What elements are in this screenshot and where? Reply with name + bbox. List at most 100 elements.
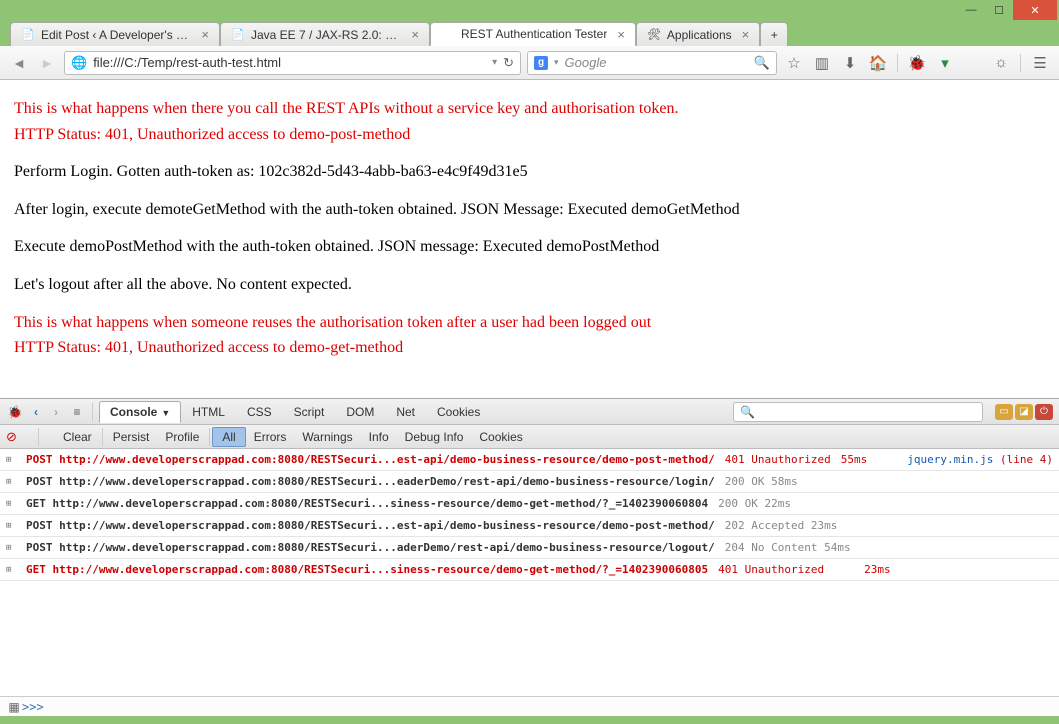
console-request-row[interactable]: ⊞GET http://www.developerscrappad.com:80… (0, 493, 1059, 515)
minimize-button[interactable]: — (957, 1, 985, 19)
page-favicon-globe-icon: 🌐 (71, 55, 87, 71)
toolbar-separator (209, 428, 210, 446)
devtools-console-filter[interactable]: Persist (105, 427, 158, 447)
devtools-search-input[interactable]: 🔍 (733, 402, 983, 422)
search-bar[interactable]: g ▾ Google 🔍 (527, 51, 777, 75)
reload-button[interactable]: ↻ (503, 55, 514, 71)
browser-navbar: ◄ ► 🌐 file:///C:/Temp/rest-auth-test.htm… (0, 46, 1059, 80)
tab-label: Applications (667, 28, 732, 42)
devtools-console-filter[interactable]: Errors (246, 427, 295, 447)
devtools-console-filter[interactable]: Debug Info (397, 427, 472, 447)
devtools-console-input-row: ▦ >>> (0, 696, 1059, 716)
request-status: 401 Unauthorized (718, 563, 824, 576)
menu-icon[interactable]: ☰ (1029, 52, 1051, 74)
browser-tabstrip: 📄 Edit Post ‹ A Developer's Scrap... × 📄 Jav… (0, 20, 1059, 46)
expand-toggle-icon[interactable]: ⊞ (6, 543, 16, 553)
downloads-icon[interactable]: ⬇ (839, 52, 861, 74)
content-line: This is what happens when there you call… (14, 98, 1045, 120)
browser-tab[interactable]: 🛠Applications× (636, 22, 760, 46)
devtools-console-filter[interactable]: Clear (55, 427, 100, 447)
console-prompt[interactable]: >>> (22, 700, 44, 714)
devtools-panel-tab[interactable]: Console▼ (99, 401, 181, 423)
devtools-panel-tab[interactable]: Cookies (426, 401, 491, 423)
expand-toggle-icon[interactable]: ⊞ (6, 565, 16, 575)
content-line: Perform Login. Gotten auth-token as: 102… (14, 161, 1045, 183)
devtools-detach-button[interactable]: ◪ (1015, 404, 1033, 420)
devtools-lines-icon[interactable]: ≡ (68, 403, 86, 421)
devtools-panel-tab[interactable]: CSS (236, 401, 283, 423)
tab-close-icon[interactable]: × (613, 27, 629, 42)
devtools-back-button[interactable]: ‹ (28, 405, 44, 419)
devtools-panel-tab[interactable]: HTML (181, 401, 236, 423)
nav-forward-button[interactable]: ► (36, 52, 58, 74)
firebug-icon[interactable]: 🐞 (906, 52, 928, 74)
devtools-minimize-button[interactable]: ▭ (995, 404, 1013, 420)
browser-tab[interactable]: 📄 Java EE 7 / JAX-RS 2.0: Simple R... × (220, 22, 430, 46)
url-dropdown-icon[interactable]: ▾ (492, 57, 497, 68)
expand-toggle-icon[interactable]: ⊞ (6, 521, 16, 531)
window-titlebar: — ☐ ✕ (0, 0, 1059, 20)
search-engine-dropdown-icon[interactable]: ▾ (554, 57, 559, 68)
devtools-panel-tab[interactable]: Script (283, 401, 336, 423)
console-request-row[interactable]: ⊞ POST http://www.developerscrappad.com:8… (0, 471, 1059, 493)
request-status: 204 No Content 54ms (725, 541, 851, 554)
console-request-row[interactable]: ⊞GET http://www.developerscrappad.com:80… (0, 559, 1059, 581)
console-request-row[interactable]: ⊞POST http://www.developerscrappad.com:8… (0, 449, 1059, 471)
devtools-console-filter[interactable]: Info (361, 427, 397, 447)
request-method-url: POST http://www.developerscrappad.com:80… (26, 541, 715, 554)
request-status: 401 Unauthorized (725, 453, 831, 466)
search-placeholder: Google (565, 55, 748, 70)
search-engine-icon[interactable]: g (534, 56, 548, 70)
firebug-small-icon[interactable]: 🐞 (6, 403, 24, 421)
devtools-forward-button[interactable]: › (48, 405, 64, 419)
tab-close-icon[interactable]: × (197, 27, 213, 42)
content-line: This is what happens when someone reuses… (14, 312, 1045, 334)
browser-tab[interactable]: REST Authentication Tester× (430, 22, 636, 46)
devtools-panel: 🐞 ‹ › ≡ Console▼HTMLCSSScriptDOMNetCooki… (0, 398, 1059, 716)
content-line: HTTP Status: 401, Unauthorized access to… (14, 124, 1045, 146)
tab-favicon-icon: 📄 (231, 28, 245, 42)
browser-tab[interactable]: 📄 Edit Post ‹ A Developer's Scrap... × (10, 22, 220, 46)
tab-label: Edit Post ‹ A Developer's Scrap... (41, 28, 191, 42)
addon-sun-icon[interactable]: ☼ (990, 52, 1012, 74)
devtools-console-filter[interactable]: Profile (157, 427, 207, 447)
addon-green-icon[interactable]: ▾ (934, 52, 956, 74)
request-source[interactable]: jquery.min.js (line 4) (907, 453, 1053, 466)
search-submit-icon[interactable]: 🔍 (754, 55, 770, 71)
home-icon[interactable]: 🏠 (867, 52, 889, 74)
devtools-console-filter[interactable]: Warnings (294, 427, 360, 447)
devtools-panel-tab[interactable]: DOM (335, 401, 385, 423)
devtools-console-filter[interactable]: All (212, 427, 245, 447)
request-status: 200 OK 22ms (718, 497, 791, 510)
expand-toggle-icon[interactable]: ⊞ (6, 499, 16, 509)
bookmark-star-icon[interactable]: ☆ (783, 52, 805, 74)
close-button[interactable]: ✕ (1013, 0, 1057, 20)
devtools-console-toolbar: ⊘ ClearPersistProfileAllErrorsWarningsIn… (0, 425, 1059, 449)
new-tab-button[interactable]: + (760, 22, 788, 46)
tab-favicon-icon: 📄 (21, 28, 35, 42)
expand-toggle-icon[interactable]: ⊞ (6, 477, 16, 487)
devtools-console-filter[interactable]: Cookies (471, 427, 530, 447)
devtools-panel-tab[interactable]: Net (385, 401, 426, 423)
devtools-close-button[interactable]: ⏻ (1035, 404, 1053, 420)
addon-square-icon[interactable] (962, 52, 984, 74)
window-bottom-frame (0, 716, 1059, 724)
request-method-url: POST http://www.developerscrappad.com:80… (26, 475, 715, 488)
url-bar[interactable]: 🌐 file:///C:/Temp/rest-auth-test.html ▾ … (64, 51, 521, 75)
tab-label: Java EE 7 / JAX-RS 2.0: Simple R... (251, 28, 401, 42)
maximize-button[interactable]: ☐ (985, 1, 1013, 19)
console-request-row[interactable]: ⊞ POST http://www.developerscrappad.com:8… (0, 537, 1059, 559)
toolbar-separator (102, 428, 103, 446)
content-line: Let's logout after all the above. No con… (14, 274, 1045, 296)
nav-back-button[interactable]: ◄ (8, 52, 30, 74)
devtools-main-toolbar: 🐞 ‹ › ≡ Console▼HTMLCSSScriptDOMNetCooki… (0, 399, 1059, 425)
devtools-stop-icon[interactable]: ⊘ (6, 429, 22, 445)
content-line: HTTP Status: 401, Unauthorized access to… (14, 337, 1045, 359)
console-request-row[interactable]: ⊞POST http://www.developerscrappad.com:8… (0, 515, 1059, 537)
tab-close-icon[interactable]: × (407, 27, 423, 42)
expand-toggle-icon[interactable]: ⊞ (6, 455, 16, 465)
reading-list-icon[interactable]: ▥ (811, 52, 833, 74)
console-expand-icon[interactable]: ▦ (6, 700, 22, 714)
tab-close-icon[interactable]: × (738, 27, 754, 42)
request-time: 23ms (864, 563, 891, 576)
